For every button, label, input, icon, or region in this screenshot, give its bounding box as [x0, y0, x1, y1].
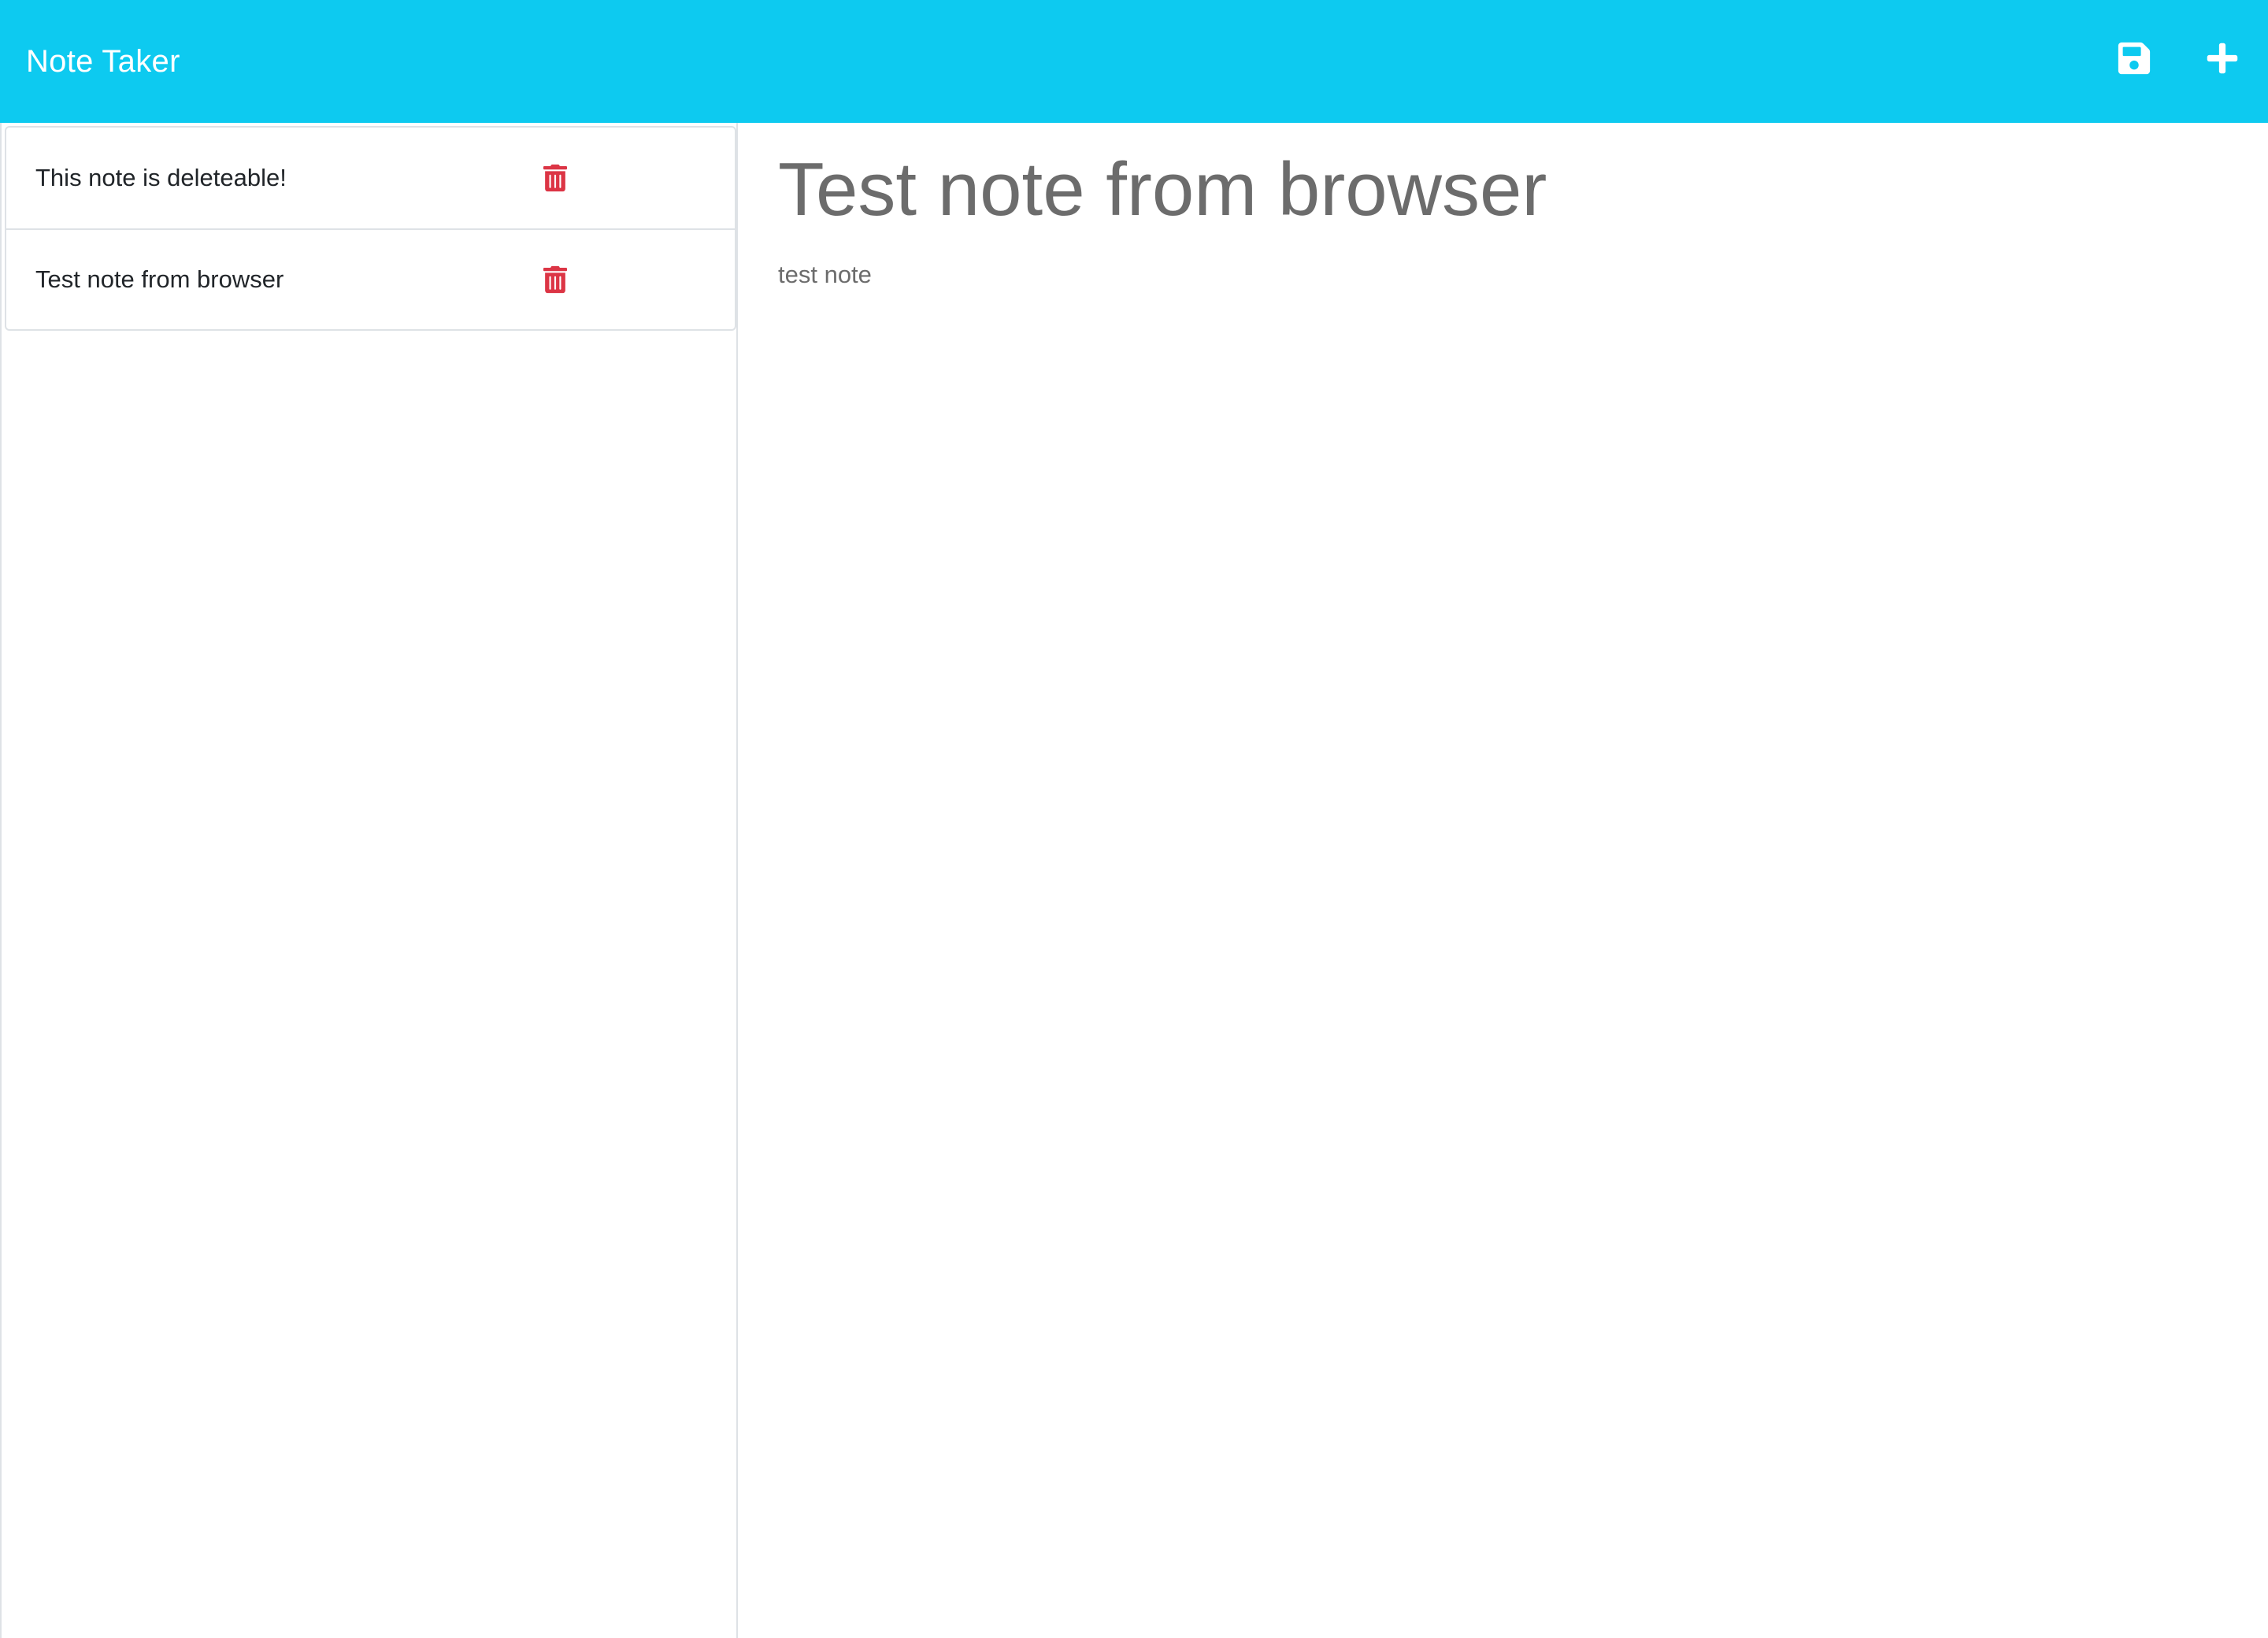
- delete-note-button[interactable]: [542, 264, 569, 295]
- note-list-item[interactable]: Test note from browser: [6, 228, 735, 329]
- trash-icon: [543, 265, 567, 294]
- notes-sidebar: This note is deleteable! Test note from …: [0, 123, 738, 1638]
- trash-icon: [543, 164, 567, 192]
- note-list-item[interactable]: This note is deleteable!: [6, 128, 735, 228]
- nav-actions: [2114, 39, 2242, 78]
- new-note-button[interactable]: [2203, 39, 2242, 78]
- note-text-input[interactable]: test note: [778, 257, 2196, 1517]
- save-note-button[interactable]: [2114, 39, 2154, 78]
- note-editor: test note: [738, 123, 2268, 1638]
- note-list: This note is deleteable! Test note from …: [5, 126, 736, 331]
- note-list-item-title[interactable]: This note is deleteable!: [35, 164, 287, 192]
- note-title-input[interactable]: [778, 139, 2196, 241]
- app-title[interactable]: Note Taker: [26, 44, 180, 80]
- save-icon: [2118, 42, 2151, 75]
- plus-icon: [2207, 43, 2238, 74]
- delete-note-button[interactable]: [542, 162, 569, 194]
- navbar: Note Taker: [0, 0, 2268, 123]
- note-list-item-title[interactable]: Test note from browser: [35, 265, 284, 294]
